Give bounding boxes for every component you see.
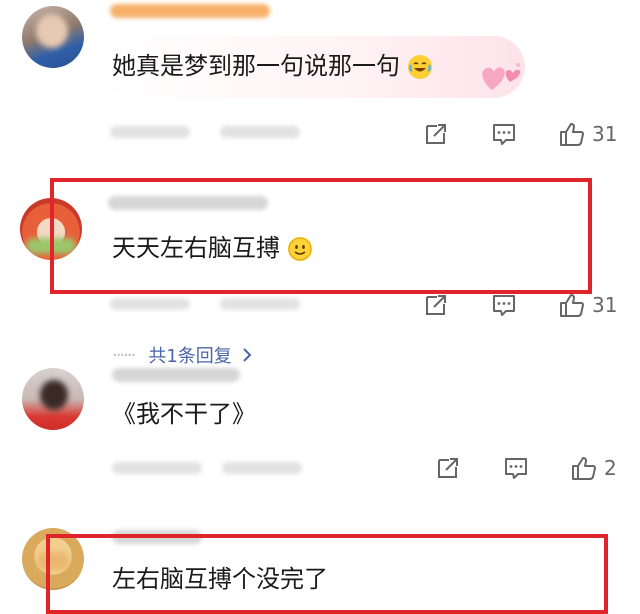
comment-meta — [112, 462, 202, 474]
share-icon[interactable] — [422, 291, 450, 319]
comment-meta — [110, 126, 190, 138]
highlight-box — [46, 534, 608, 614]
username[interactable] — [110, 4, 270, 18]
comment-meta — [222, 462, 302, 474]
comment-actions: 31 — [422, 291, 617, 319]
share-icon[interactable] — [422, 120, 450, 148]
like-count: 31 — [592, 293, 618, 317]
comment-text: 《我不干了》 — [112, 400, 256, 428]
avatar[interactable] — [22, 6, 84, 68]
comment-icon[interactable] — [490, 291, 518, 319]
like-count: 31 — [592, 122, 618, 146]
like-icon[interactable] — [558, 120, 586, 148]
like-icon[interactable] — [570, 454, 598, 482]
share-icon[interactable] — [434, 454, 462, 482]
avatar[interactable] — [22, 368, 84, 430]
comment-meta — [220, 126, 300, 138]
username[interactable] — [112, 368, 240, 382]
replies-dots: ······ — [112, 344, 136, 366]
chevron-right-icon — [243, 348, 252, 362]
highlight-box — [50, 178, 592, 294]
comment-meta — [220, 298, 300, 310]
replies-label: 共1条回复 — [148, 346, 232, 367]
comment-text: 她真是梦到那一句说那一句 — [112, 50, 432, 82]
comment-icon[interactable] — [490, 120, 518, 148]
hearts-decoration-icon — [478, 60, 524, 100]
like-count: 2 — [604, 456, 617, 480]
comment-actions: 31 — [422, 120, 617, 148]
like-icon[interactable] — [558, 291, 586, 319]
comment-actions: 2 — [434, 454, 617, 482]
comment-icon[interactable] — [502, 454, 530, 482]
laughing-tears-emoji-icon — [407, 55, 432, 79]
comment-meta — [110, 298, 190, 310]
view-replies-link[interactable]: ······ 共1条回复 — [112, 342, 254, 368]
